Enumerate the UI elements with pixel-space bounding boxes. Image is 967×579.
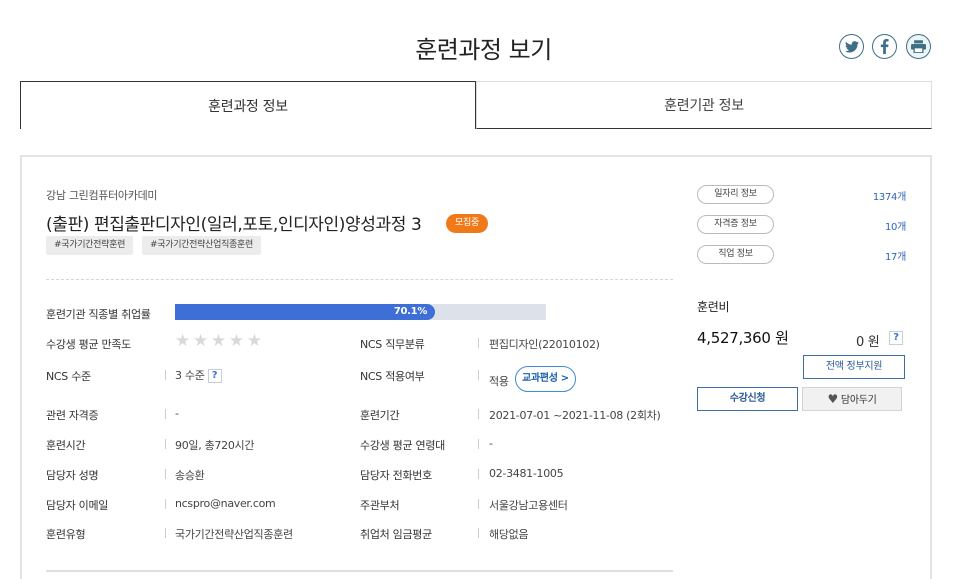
email-label: 담당자 이메일 (46, 499, 109, 512)
course-tag: #국가기간전략산업직종훈련 (142, 236, 262, 255)
gov-support-button[interactable]: 전액 정부지원 (803, 355, 905, 379)
period-label: 훈련기간 (360, 409, 400, 422)
age-label: 수강생 평균 연령대 (360, 439, 445, 452)
tab-bar: 훈련과정 정보 훈련기관 정보 (20, 81, 932, 129)
employment-rate-value: 70.1% (393, 306, 428, 317)
hours-value: 90일, 총720시간 (175, 439, 255, 452)
help-icon[interactable]: ? (207, 369, 222, 383)
job-info-button[interactable]: 일자리 정보 (697, 185, 774, 204)
divider (46, 570, 673, 572)
employment-rate-fill: 70.1% (175, 304, 436, 320)
divider (46, 279, 673, 280)
curriculum-button[interactable]: 교과편성 > (515, 366, 576, 392)
type-label: 훈련유형 (46, 528, 86, 541)
wishlist-label: 담아두기 (840, 395, 877, 406)
facebook-icon (880, 39, 889, 54)
email-value: ncspro@naver.com (175, 497, 276, 510)
print-button[interactable] (906, 34, 931, 59)
fee-label: 훈련비 (697, 300, 730, 314)
facebook-share-button[interactable] (872, 34, 897, 59)
ncs-applied-value: 적용 (489, 375, 509, 388)
age-value: - (489, 437, 493, 450)
dept-label: 주관부처 (360, 499, 400, 512)
heart-icon: ♥ (827, 392, 838, 406)
tab-course-info[interactable]: 훈련과정 정보 (20, 81, 476, 129)
cert-info-count[interactable]: 10개 (885, 218, 906, 233)
wage-value: 해당없음 (489, 528, 529, 541)
ncs-category-label: NCS 직무분류 (360, 338, 425, 351)
star-icon: ★ (228, 331, 244, 351)
manager-label: 담당자 성명 (46, 469, 99, 482)
satisfaction-label: 수강생 평균 만족도 (46, 338, 131, 351)
course-tag: #국가기간전략훈련 (46, 236, 134, 255)
academy-name[interactable]: 강남 그린컴퓨터아카데미 (46, 187, 158, 203)
manager-value: 송승환 (175, 469, 205, 482)
dept-value: 서울강남고용센터 (489, 499, 568, 512)
ncs-level-value: 3 수준? (175, 367, 222, 383)
wishlist-button[interactable]: ♥ 담아두기 (802, 387, 902, 411)
apply-button[interactable]: 수강신청 (697, 387, 798, 411)
star-icon: ★ (192, 331, 208, 351)
phone-label: 담당자 전화번호 (360, 469, 432, 482)
employment-rate-bar: 70.1% (175, 304, 546, 320)
tab-institution-info[interactable]: 훈련기관 정보 (476, 81, 932, 129)
self-pay-amount: 0 원 (856, 335, 880, 350)
star-icon: ★ (246, 331, 262, 351)
hours-label: 훈련시간 (46, 439, 86, 452)
fee-amount: 4,527,360 원 (697, 329, 789, 347)
phone-value: 02-3481-1005 (489, 467, 564, 480)
ncs-applied-label: NCS 적용여부 (360, 370, 425, 383)
ncs-level-label: NCS 수준 (46, 370, 91, 383)
print-icon (911, 40, 926, 53)
satisfaction-stars: ★ ★ ★ ★ ★ (175, 332, 262, 350)
cert-label: 관련 자격증 (46, 409, 99, 422)
twitter-icon (844, 40, 859, 52)
ncs-category-value: 편집디자인(22010102) (489, 338, 600, 351)
wage-label: 취업처 임금평균 (360, 528, 432, 541)
employment-rate-label: 훈련기관 직종별 취업률 (46, 308, 151, 321)
cert-value: - (175, 407, 179, 420)
star-icon: ★ (175, 331, 190, 351)
occupation-info-button[interactable]: 직업 정보 (697, 245, 774, 264)
status-badge: 모집중 (446, 214, 488, 233)
period-value: 2021-07-01 ~2021-11-08 (2회차) (489, 409, 661, 422)
occupation-info-count[interactable]: 17개 (885, 248, 906, 263)
star-icon: ★ (210, 331, 226, 351)
fee-help-button[interactable]: ? (889, 330, 903, 345)
help-icon[interactable]: ? (889, 330, 903, 345)
type-value: 국가기간전략산업직종훈련 (175, 528, 293, 541)
cert-info-button[interactable]: 자격증 정보 (697, 215, 774, 234)
twitter-share-button[interactable] (839, 34, 864, 59)
page-title: 훈련과정 보기 (415, 36, 552, 64)
job-info-count[interactable]: 1374개 (873, 188, 906, 203)
course-title: (출판) 편집출판디자인(일러,포토,인디자인)양성과정 3 (46, 215, 422, 235)
